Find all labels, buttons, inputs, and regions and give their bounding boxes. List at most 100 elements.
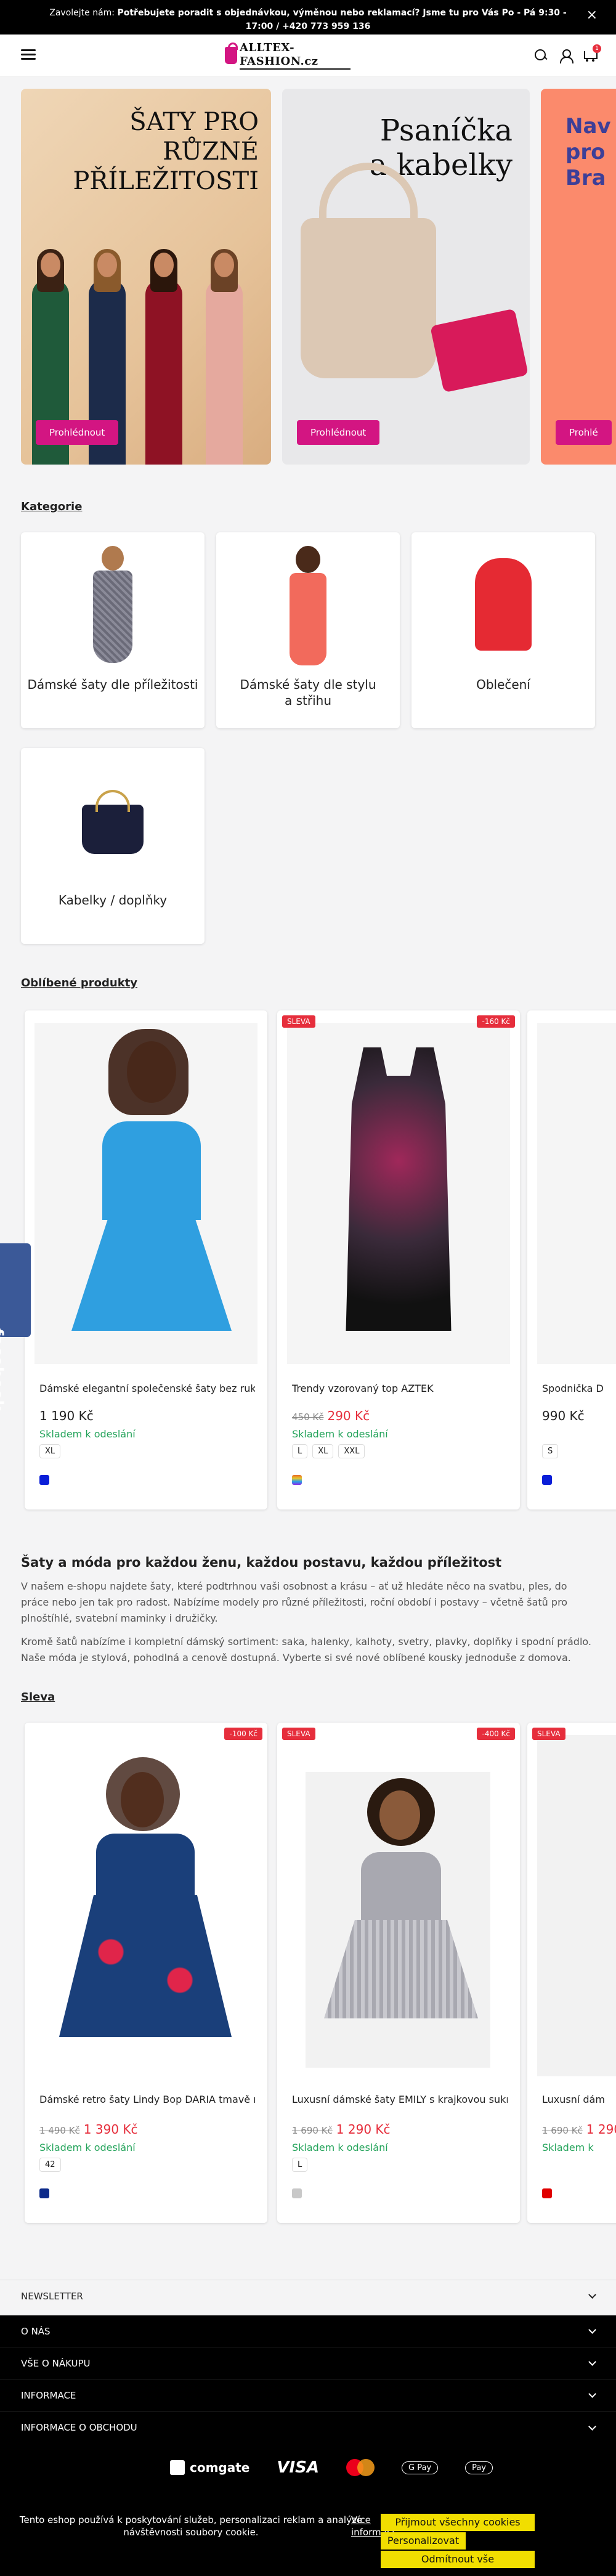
size-option[interactable]: XL xyxy=(312,1444,334,1458)
reject-all-cookies-button[interactable]: Odmítnout vše xyxy=(381,2551,535,2568)
category-image xyxy=(82,762,144,882)
announcement-text: Potřebujete poradit s objednávkou, výměn… xyxy=(117,8,567,31)
category-card[interactable]: Dámské šaty dle stylu a střihu xyxy=(216,532,400,728)
comgate-logo: comgate xyxy=(170,2460,249,2475)
stock-status: Skladem k odeslání xyxy=(292,1428,388,1440)
stock-status: Skladem k odeslání xyxy=(292,2142,388,2153)
size-option[interactable]: L xyxy=(292,2158,308,2172)
product-card[interactable]: SLEVA -160 Kč Trendy vzorovaný top AZTEK… xyxy=(277,1010,520,1509)
category-label: Dámské šaty dle příležitosti xyxy=(27,677,198,692)
visa-logo: VISA xyxy=(277,2458,320,2477)
banner-title: ŠATY PRO RŮZNÉ PŘÍLEŽITOSTI xyxy=(73,108,259,195)
cart-icon[interactable]: 1 xyxy=(583,44,601,63)
category-card[interactable]: Oblečení xyxy=(411,532,595,728)
product-name[interactable]: Luxusní dámské šaty EMILY s krajkovou su… xyxy=(292,2094,508,2105)
categories-heading[interactable]: Kategorie xyxy=(21,500,82,513)
cookie-message: Tento eshop používá k poskytování služeb… xyxy=(19,2514,363,2538)
banner-partial[interactable]: Nav pro Bra Prohlé xyxy=(541,89,616,465)
newsletter-accordion[interactable]: NEWSLETTER xyxy=(0,2280,616,2312)
seo-text-block: Šaty a móda pro každou ženu, každou post… xyxy=(21,1555,595,1673)
category-image xyxy=(82,546,144,667)
category-image xyxy=(277,546,339,667)
announcement-prefix: Zavolejte nám: xyxy=(49,8,118,18)
size-option[interactable]: L xyxy=(292,1444,308,1458)
accordion-label: O NÁS xyxy=(21,2325,51,2337)
mastercard-icon xyxy=(346,2459,375,2476)
menu-icon[interactable] xyxy=(21,49,36,60)
product-image xyxy=(287,1023,510,1364)
size-option[interactable]: XXL xyxy=(338,1444,365,1458)
product-card[interactable]: SLEVA -400 Kč Luxusní dámské šaty EMILY … xyxy=(277,1723,520,2223)
facebook-side-tab[interactable]: facebook xyxy=(0,1243,31,1411)
banner-title: Nav pro Bra xyxy=(565,114,611,190)
product-price: 1 190 Kč xyxy=(39,1408,94,1423)
product-image xyxy=(537,1735,616,2076)
about-accordion[interactable]: O NÁS xyxy=(0,2315,616,2347)
product-image xyxy=(287,1735,510,2076)
product-name[interactable]: Dámské retro šaty Lindy Bop DARIA tmavě … xyxy=(39,2094,255,2105)
site-header: ALLTEX-FASHION.cz 1 xyxy=(0,35,616,76)
accordion-label: INFORMACE xyxy=(21,2389,76,2401)
accordion-label: INFORMACE O OBCHODU xyxy=(21,2422,137,2433)
color-swatch[interactable] xyxy=(39,1475,49,1485)
size-list: L xyxy=(292,2158,308,2172)
product-name[interactable]: Spodnička D xyxy=(542,1383,616,1394)
category-card[interactable]: Dámské šaty dle příležitosti xyxy=(21,532,205,728)
banner-view-button[interactable]: Prohlédnout xyxy=(36,420,119,445)
hero-carousel[interactable]: ŠATY PRO RŮZNÉ PŘÍLEŽITOSTI Prohlédnout … xyxy=(21,89,616,465)
banner-view-button[interactable]: Prohlédnout xyxy=(297,420,380,445)
payment-methods: comgate VISA G Pay Pay xyxy=(170,2458,493,2477)
product-name[interactable]: Trendy vzorovaný top AZTEK xyxy=(292,1383,508,1394)
product-price: 450 Kč 290 Kč xyxy=(292,1408,370,1423)
popular-products-heading[interactable]: Oblíbené produkty xyxy=(21,977,137,989)
product-name[interactable]: Luxusní dám xyxy=(542,2094,616,2105)
sale-heading[interactable]: Sleva xyxy=(21,1691,55,1704)
user-icon[interactable] xyxy=(558,48,573,63)
color-swatch[interactable] xyxy=(542,1475,552,1485)
color-swatch[interactable] xyxy=(39,2188,49,2198)
discount-badge: -160 Kč xyxy=(477,1015,515,1028)
product-name[interactable]: Dámské elegantní společenské šaty bez ru… xyxy=(39,1383,255,1394)
stock-status: Skladem k odeslání xyxy=(39,2142,136,2153)
color-swatch[interactable] xyxy=(292,1475,302,1485)
discount-badge: -100 Kč xyxy=(224,1728,262,1740)
shopping-info-accordion[interactable]: VŠE O NÁKUPU xyxy=(0,2347,616,2379)
size-option[interactable]: S xyxy=(542,1444,559,1458)
category-label: Kabelky / doplňky xyxy=(58,893,168,908)
size-option[interactable]: XL xyxy=(39,1444,61,1458)
product-image xyxy=(34,1023,257,1364)
dress-model-image xyxy=(206,249,243,465)
category-card[interactable]: Kabelky / doplňky xyxy=(21,748,205,944)
logo-text: ALLTEX-FASHION.cz xyxy=(239,41,351,70)
product-card[interactable]: Spodnička D 990 Kč S xyxy=(527,1010,616,1509)
seo-paragraph: Kromě šatů nabízíme i kompletní dámský s… xyxy=(21,1636,591,1664)
store-info-accordion[interactable]: INFORMACE O OBCHODU xyxy=(0,2411,616,2444)
close-announcement-icon[interactable]: × xyxy=(586,9,598,22)
shopping-bag-logo-icon xyxy=(225,43,238,64)
size-list: XL xyxy=(39,1444,61,1458)
cookie-more-info-link[interactable]: Více informací xyxy=(351,2514,394,2538)
discount-badge: -400 Kč xyxy=(477,1728,515,1740)
information-accordion[interactable]: INFORMACE xyxy=(0,2379,616,2411)
product-card[interactable]: -100 Kč Dámské retro šaty Lindy Bop DARI… xyxy=(25,1723,267,2223)
size-option[interactable]: 42 xyxy=(39,2158,61,2172)
accept-all-cookies-button[interactable]: Přijmout všechny cookies xyxy=(381,2514,535,2531)
google-pay-logo: G Pay xyxy=(402,2461,439,2474)
banner-dresses[interactable]: ŠATY PRO RŮZNÉ PŘÍLEŽITOSTI Prohlédnout xyxy=(21,89,271,465)
comgate-icon xyxy=(170,2460,185,2475)
banner-view-button[interactable]: Prohlé xyxy=(556,420,612,445)
sale-badge: SLEVA xyxy=(532,1728,565,1740)
color-swatch[interactable] xyxy=(542,2188,552,2198)
color-swatch[interactable] xyxy=(292,2188,302,2198)
personalize-cookies-button[interactable]: Personalizovat xyxy=(381,2532,466,2550)
seo-heading: Šaty a móda pro každou ženu, každou post… xyxy=(21,1555,502,1570)
announcement-bar: Zavolejte nám: Potřebujete poradit s obj… xyxy=(0,0,616,35)
seo-paragraph: V našem e-shopu najdete šaty, které podt… xyxy=(21,1580,568,1624)
category-label: Oblečení xyxy=(476,677,530,692)
category-image xyxy=(472,546,534,667)
product-card[interactable]: Dámské elegantní společenské šaty bez ru… xyxy=(25,1010,267,1509)
product-card[interactable]: SLEVA Luxusní dám 1 690 Kč1 290 Skladem … xyxy=(527,1723,616,2223)
banner-handbags[interactable]: Psaníčka a kabelky Prohlédnout xyxy=(282,89,530,465)
search-icon[interactable] xyxy=(533,48,548,63)
site-logo[interactable]: ALLTEX-FASHION.cz xyxy=(225,41,351,70)
